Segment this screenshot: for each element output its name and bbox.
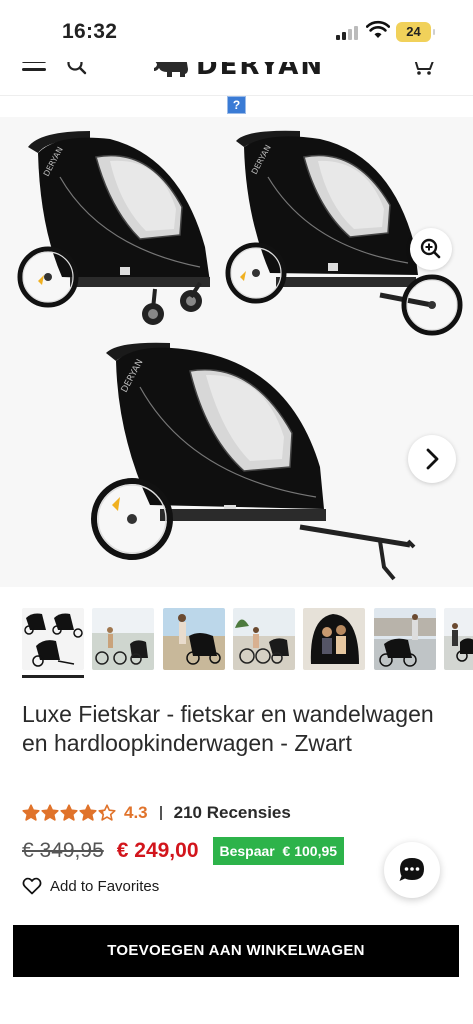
thumbnail-3[interactable] xyxy=(163,608,225,670)
review-count-link[interactable]: 210 Recensies xyxy=(174,803,291,823)
logo-text: DERYAN xyxy=(196,62,325,81)
rating-stars xyxy=(22,804,116,822)
star-icon xyxy=(41,804,59,821)
thumbnail-4-image xyxy=(235,619,289,664)
thumbnail-1-image xyxy=(24,613,83,667)
product-rating[interactable]: 4.3 210 Recensies xyxy=(22,802,291,824)
thumbnail-2[interactable] xyxy=(92,608,154,670)
add-to-favorites-button[interactable]: Add to Favorites xyxy=(22,876,159,896)
cart-icon[interactable] xyxy=(410,62,434,76)
thumbnail-5[interactable] xyxy=(303,608,365,670)
thumbnail-3-image xyxy=(178,614,221,665)
thumbnail-strip xyxy=(22,608,473,680)
chat-button[interactable] xyxy=(384,842,440,898)
cellular-signal-icon xyxy=(336,24,360,40)
status-time: 16:32 xyxy=(62,20,118,43)
status-bar: 16:32 24 xyxy=(0,0,473,62)
star-icon xyxy=(22,804,40,821)
price-row: € 349,95 € 249,00 Bespaar € 100,95 xyxy=(22,836,345,866)
active-thumbnail-indicator xyxy=(22,675,84,678)
heart-icon xyxy=(22,877,42,895)
product-image-gallery[interactable]: DERYAN DERYAN DERYAN xyxy=(0,117,473,587)
bottom-area xyxy=(0,987,473,1024)
star-icon xyxy=(60,804,78,821)
next-image-button[interactable] xyxy=(408,435,456,483)
trailer-bike-image: DERYAN xyxy=(91,342,416,581)
thumbnail-2-image xyxy=(95,627,148,665)
thumbnail-6[interactable] xyxy=(374,608,436,670)
help-badge[interactable]: ? xyxy=(227,96,246,114)
star-icon xyxy=(79,804,97,821)
sale-price: € 249,00 xyxy=(116,839,199,862)
rating-value: 4.3 xyxy=(124,803,148,822)
chevron-right-icon xyxy=(426,448,439,470)
menu-icon[interactable] xyxy=(22,62,46,76)
old-price: € 349,95 xyxy=(22,839,104,862)
search-icon[interactable] xyxy=(66,62,88,76)
thumbnail-1[interactable] xyxy=(22,608,84,670)
thumbnail-6-image xyxy=(374,614,436,667)
rating-divider xyxy=(159,806,162,820)
wifi-icon xyxy=(366,20,390,38)
product-title: Luxe Fietskar - fietskar en wandelwagen … xyxy=(22,701,434,756)
battery-icon: 24 xyxy=(396,22,435,42)
trailer-stroller-image: DERYAN xyxy=(17,131,210,325)
product-page: 16:32 24 DERYAN ? DERYAN DERYAN DERYAN L… xyxy=(0,0,473,1024)
zoom-button[interactable] xyxy=(410,228,452,270)
thumbnail-4[interactable] xyxy=(233,608,295,670)
thumbnail-7[interactable] xyxy=(444,608,473,670)
elephant-logo-icon xyxy=(154,62,188,77)
chat-bubble-icon xyxy=(399,858,424,881)
zoom-in-icon xyxy=(420,238,441,259)
add-to-cart-button[interactable]: TOEVOEGEN AAN WINKELWAGEN xyxy=(13,925,459,977)
favorites-label: Add to Favorites xyxy=(50,877,160,895)
discount-badge: Bespaar € 100,95 xyxy=(212,837,345,865)
site-header: DERYAN xyxy=(0,62,473,96)
site-logo[interactable]: DERYAN xyxy=(152,62,325,81)
thumbnail-5-image xyxy=(310,614,359,664)
star-icon xyxy=(98,804,116,821)
thumbnail-7-image xyxy=(452,623,473,662)
product-image: DERYAN DERYAN DERYAN xyxy=(17,130,463,581)
